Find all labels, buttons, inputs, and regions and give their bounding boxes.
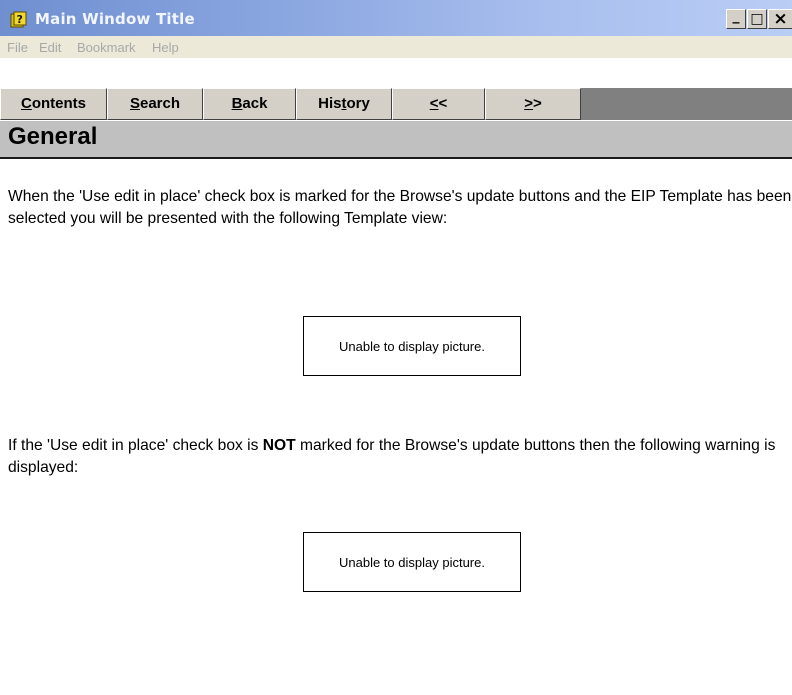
picture-placeholder-text: Unable to display picture. [339,338,485,354]
menu-bar: File Edit Bookmark Help [0,36,792,58]
minimize-icon: _ [732,8,740,24]
picture-placeholder: Unable to display picture. [303,532,521,592]
title-bar[interactable]: ? Main Window Title _ □ × [0,0,792,36]
help-window: ? Main Window Title _ □ × File Edit Book… [0,0,792,695]
help-book-icon: ? [10,11,27,28]
paragraph-warning: If the 'Use edit in place' check box is … [8,435,792,479]
close-icon: × [773,9,788,29]
window-title: Main Window Title [35,10,195,28]
contents-label: ontents [31,95,86,112]
previous-label: < [438,95,448,112]
search-label: earch [139,95,181,112]
back-button[interactable]: Back [203,88,296,120]
maximize-icon: □ [750,11,764,27]
browse-previous-button[interactable]: << [392,88,485,120]
back-label: ack [242,95,268,112]
close-button[interactable]: × [768,9,792,29]
paragraph-warning-emphasis: NOT [262,437,296,454]
back-mnemonic: B [231,95,243,112]
picture-placeholder: Unable to display picture. [303,316,521,376]
history-button[interactable]: History [296,88,392,120]
minimize-button[interactable]: _ [726,8,746,29]
search-mnemonic: S [129,95,140,112]
topic-heading-band: General [0,121,792,159]
menu-edit[interactable]: Edit [39,40,61,55]
menu-bookmark[interactable]: Bookmark [77,40,136,55]
next-mnemonic: > [524,95,533,112]
contents-mnemonic: C [20,95,32,112]
topic-title: General [8,123,98,150]
menu-help[interactable]: Help [152,40,179,55]
history-label-end: ory [346,95,370,112]
maximize-button[interactable]: □ [747,9,767,29]
paragraph-warning-start: If the 'Use edit in place' check box is [8,437,263,454]
search-button[interactable]: Search [107,88,203,120]
history-label-start: His [318,95,342,112]
picture-placeholder-text: Unable to display picture. [339,554,485,570]
menu-file[interactable]: File [7,40,28,55]
svg-text:?: ? [17,13,23,26]
next-label: > [533,95,542,112]
browse-next-button[interactable]: >> [485,88,581,120]
button-bar-filler [581,88,792,120]
contents-button[interactable]: Contents [0,88,107,120]
previous-mnemonic: < [429,95,439,112]
paragraph-template-view: When the 'Use edit in place' check box i… [8,188,792,227]
